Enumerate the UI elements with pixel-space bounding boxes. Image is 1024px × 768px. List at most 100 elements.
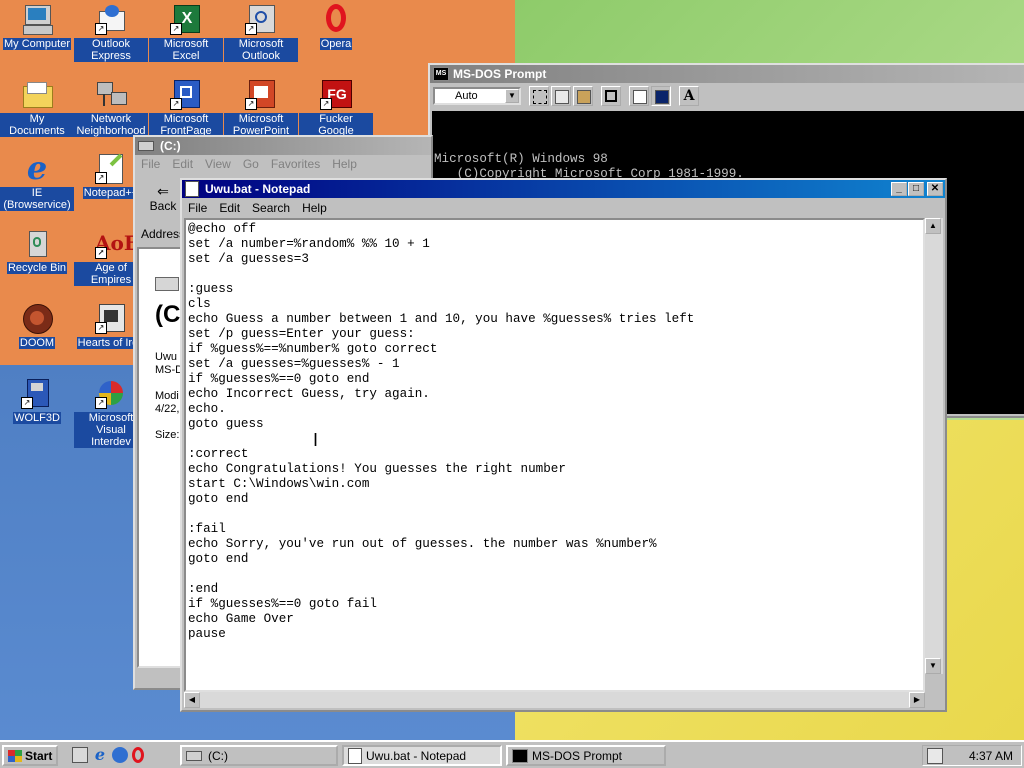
clock[interactable]: 4:37 AM <box>969 749 1013 763</box>
notepad-plus-icon: ↗ <box>95 152 127 184</box>
internet-explorer-icon: e <box>26 149 48 187</box>
properties-button[interactable] <box>629 86 649 106</box>
taskbar: Start e (C:) Uwu.bat - Notepad MS-DOS Pr… <box>0 740 1024 768</box>
desktop-icon-label: Microsoft Outlook <box>224 38 298 62</box>
opera-quicklaunch-icon[interactable] <box>132 747 144 763</box>
explorer-back-button[interactable]: ⇐ Back <box>143 183 183 213</box>
desktop-icon-label: DOOM <box>18 337 56 349</box>
start-button[interactable]: Start <box>2 745 58 766</box>
drive-big-label: (C <box>155 301 181 328</box>
shortcut-arrow-icon: ↗ <box>95 397 107 409</box>
desktop-icon-label: IE (Browservice) <box>0 187 74 211</box>
windows-logo-icon <box>8 749 22 762</box>
desktop-icon-label: WOLF3D <box>13 412 61 424</box>
desktop-icon-my-computer[interactable]: My Computer <box>0 3 74 50</box>
explorer-menubar: File Edit View Go Favorites Help <box>135 155 431 173</box>
explorer-menu-file[interactable]: File <box>135 157 166 171</box>
explorer-menu-help[interactable]: Help <box>326 157 363 171</box>
notepad-window[interactable]: Uwu.bat - Notepad _ □ ✕ File Edit Search… <box>180 178 947 712</box>
copy-button[interactable] <box>551 86 571 106</box>
info-line: 4/22, <box>155 403 180 415</box>
task-explorer[interactable]: (C:) <box>180 745 338 766</box>
notepad-menu-help[interactable]: Help <box>296 201 333 215</box>
scroll-down-button[interactable]: ▼ <box>925 658 941 674</box>
scheduler-icon[interactable] <box>927 747 943 764</box>
notepad-task-icon <box>348 747 362 764</box>
paste-icon <box>577 90 591 104</box>
excel-icon: X ↗ <box>170 3 202 35</box>
paste-button[interactable] <box>573 86 593 106</box>
shortcut-arrow-icon: ↗ <box>320 98 332 110</box>
desktop-icon-label: Recycle Bin <box>6 262 68 274</box>
desktop-icon-my-documents[interactable]: My Documents <box>0 78 74 137</box>
notepad-text-area[interactable]: @echo off set /a number=%random% %% 10 +… <box>184 218 925 692</box>
task-label: Uwu.bat - Notepad <box>366 748 467 763</box>
scroll-up-button[interactable]: ▲ <box>925 218 941 234</box>
opera-icon <box>320 3 352 35</box>
outlook-quicklaunch-icon[interactable] <box>112 747 128 763</box>
horizontal-scrollbar[interactable]: ◀ ▶ <box>184 692 925 708</box>
shortcut-arrow-icon: ↗ <box>95 172 107 184</box>
msdos-toolbar: Auto ▼ A <box>430 83 1024 109</box>
notepad-menu-file[interactable]: File <box>182 201 213 215</box>
ie-quicklaunch-icon[interactable]: e <box>92 747 108 763</box>
maximize-button[interactable]: □ <box>908 182 924 196</box>
desktop-icon-doom[interactable]: DOOM <box>0 302 74 349</box>
recycle-bin-icon <box>21 227 53 259</box>
desktop-icon-powerpoint[interactable]: ↗ Microsoft PowerPoint <box>224 78 298 137</box>
back-arrow-icon: ⇐ <box>157 183 169 199</box>
background-icon <box>655 90 669 104</box>
minimize-button[interactable]: _ <box>891 182 907 196</box>
shortcut-arrow-icon: ↗ <box>170 98 182 110</box>
notepad-menu-search[interactable]: Search <box>246 201 296 215</box>
notepad-title: Uwu.bat - Notepad <box>205 182 311 196</box>
task-msdos[interactable]: MS-DOS Prompt <box>506 745 666 766</box>
back-label: Back <box>149 199 177 213</box>
visual-interdev-icon: ↗ <box>95 377 127 409</box>
scroll-left-button[interactable]: ◀ <box>184 692 200 708</box>
properties-icon <box>633 90 647 104</box>
size-grip[interactable] <box>925 692 943 708</box>
explorer-menu-favorites[interactable]: Favorites <box>265 157 326 171</box>
start-label: Start <box>25 748 53 763</box>
doom-icon <box>21 302 53 334</box>
close-button[interactable]: ✕ <box>927 182 943 196</box>
msdos-titlebar[interactable]: MS MS-DOS Prompt <box>430 65 1024 83</box>
desktop-icon-label: My Computer <box>2 38 72 50</box>
desktop-icon-frontpage[interactable]: ↗ Microsoft FrontPage <box>149 78 223 137</box>
drive-icon <box>138 141 154 151</box>
desktop-icon-label: Notepad++ <box>82 187 140 199</box>
explorer-menu-go[interactable]: Go <box>237 157 265 171</box>
show-desktop-icon[interactable] <box>72 747 88 763</box>
drive-task-icon <box>186 750 202 761</box>
explorer-titlebar[interactable]: (C:) <box>135 137 431 155</box>
desktop-icon-opera[interactable]: Opera <box>299 3 373 50</box>
fucker-google-icon: FG ↗ <box>320 78 352 110</box>
desktop-icon-ie[interactable]: e IE (Browservice) <box>0 152 74 211</box>
mark-button[interactable] <box>529 86 549 106</box>
desktop-icon-wolf3d[interactable]: ↗ WOLF3D <box>0 377 74 424</box>
desktop-icon-outlook[interactable]: ↗ Microsoft Outlook <box>224 3 298 62</box>
font-size-select[interactable]: Auto ▼ <box>433 87 521 105</box>
background-button[interactable] <box>651 86 671 106</box>
font-button[interactable]: A <box>679 86 699 106</box>
computer-icon <box>21 3 53 35</box>
desktop-icon-network-neighborhood[interactable]: Network Neighborhood <box>74 78 148 137</box>
desktop-icon-label: My Documents <box>0 113 74 137</box>
task-notepad[interactable]: Uwu.bat - Notepad <box>342 745 502 766</box>
desktop-icon-excel[interactable]: X ↗ Microsoft Excel <box>149 3 223 62</box>
vertical-scrollbar[interactable]: ▲ ▼ <box>925 218 943 674</box>
desktop-icon-outlook-express[interactable]: ↗ Outlook Express <box>74 3 148 62</box>
notepad-menu-edit[interactable]: Edit <box>213 201 246 215</box>
notepad-titlebar[interactable]: Uwu.bat - Notepad _ □ ✕ <box>182 180 945 198</box>
drive-header-icon <box>155 277 179 291</box>
wolf3d-icon: ↗ <box>21 377 53 409</box>
fullscreen-button[interactable] <box>601 86 621 106</box>
console-line: Microsoft(R) Windows 98 <box>434 152 608 166</box>
explorer-menu-view[interactable]: View <box>199 157 237 171</box>
desktop-icon-label: Microsoft PowerPoint <box>224 113 298 137</box>
desktop-icon-recycle-bin[interactable]: Recycle Bin <box>0 227 74 274</box>
explorer-menu-edit[interactable]: Edit <box>166 157 199 171</box>
scroll-right-button[interactable]: ▶ <box>909 692 925 708</box>
info-line: Uwu <box>155 351 178 363</box>
